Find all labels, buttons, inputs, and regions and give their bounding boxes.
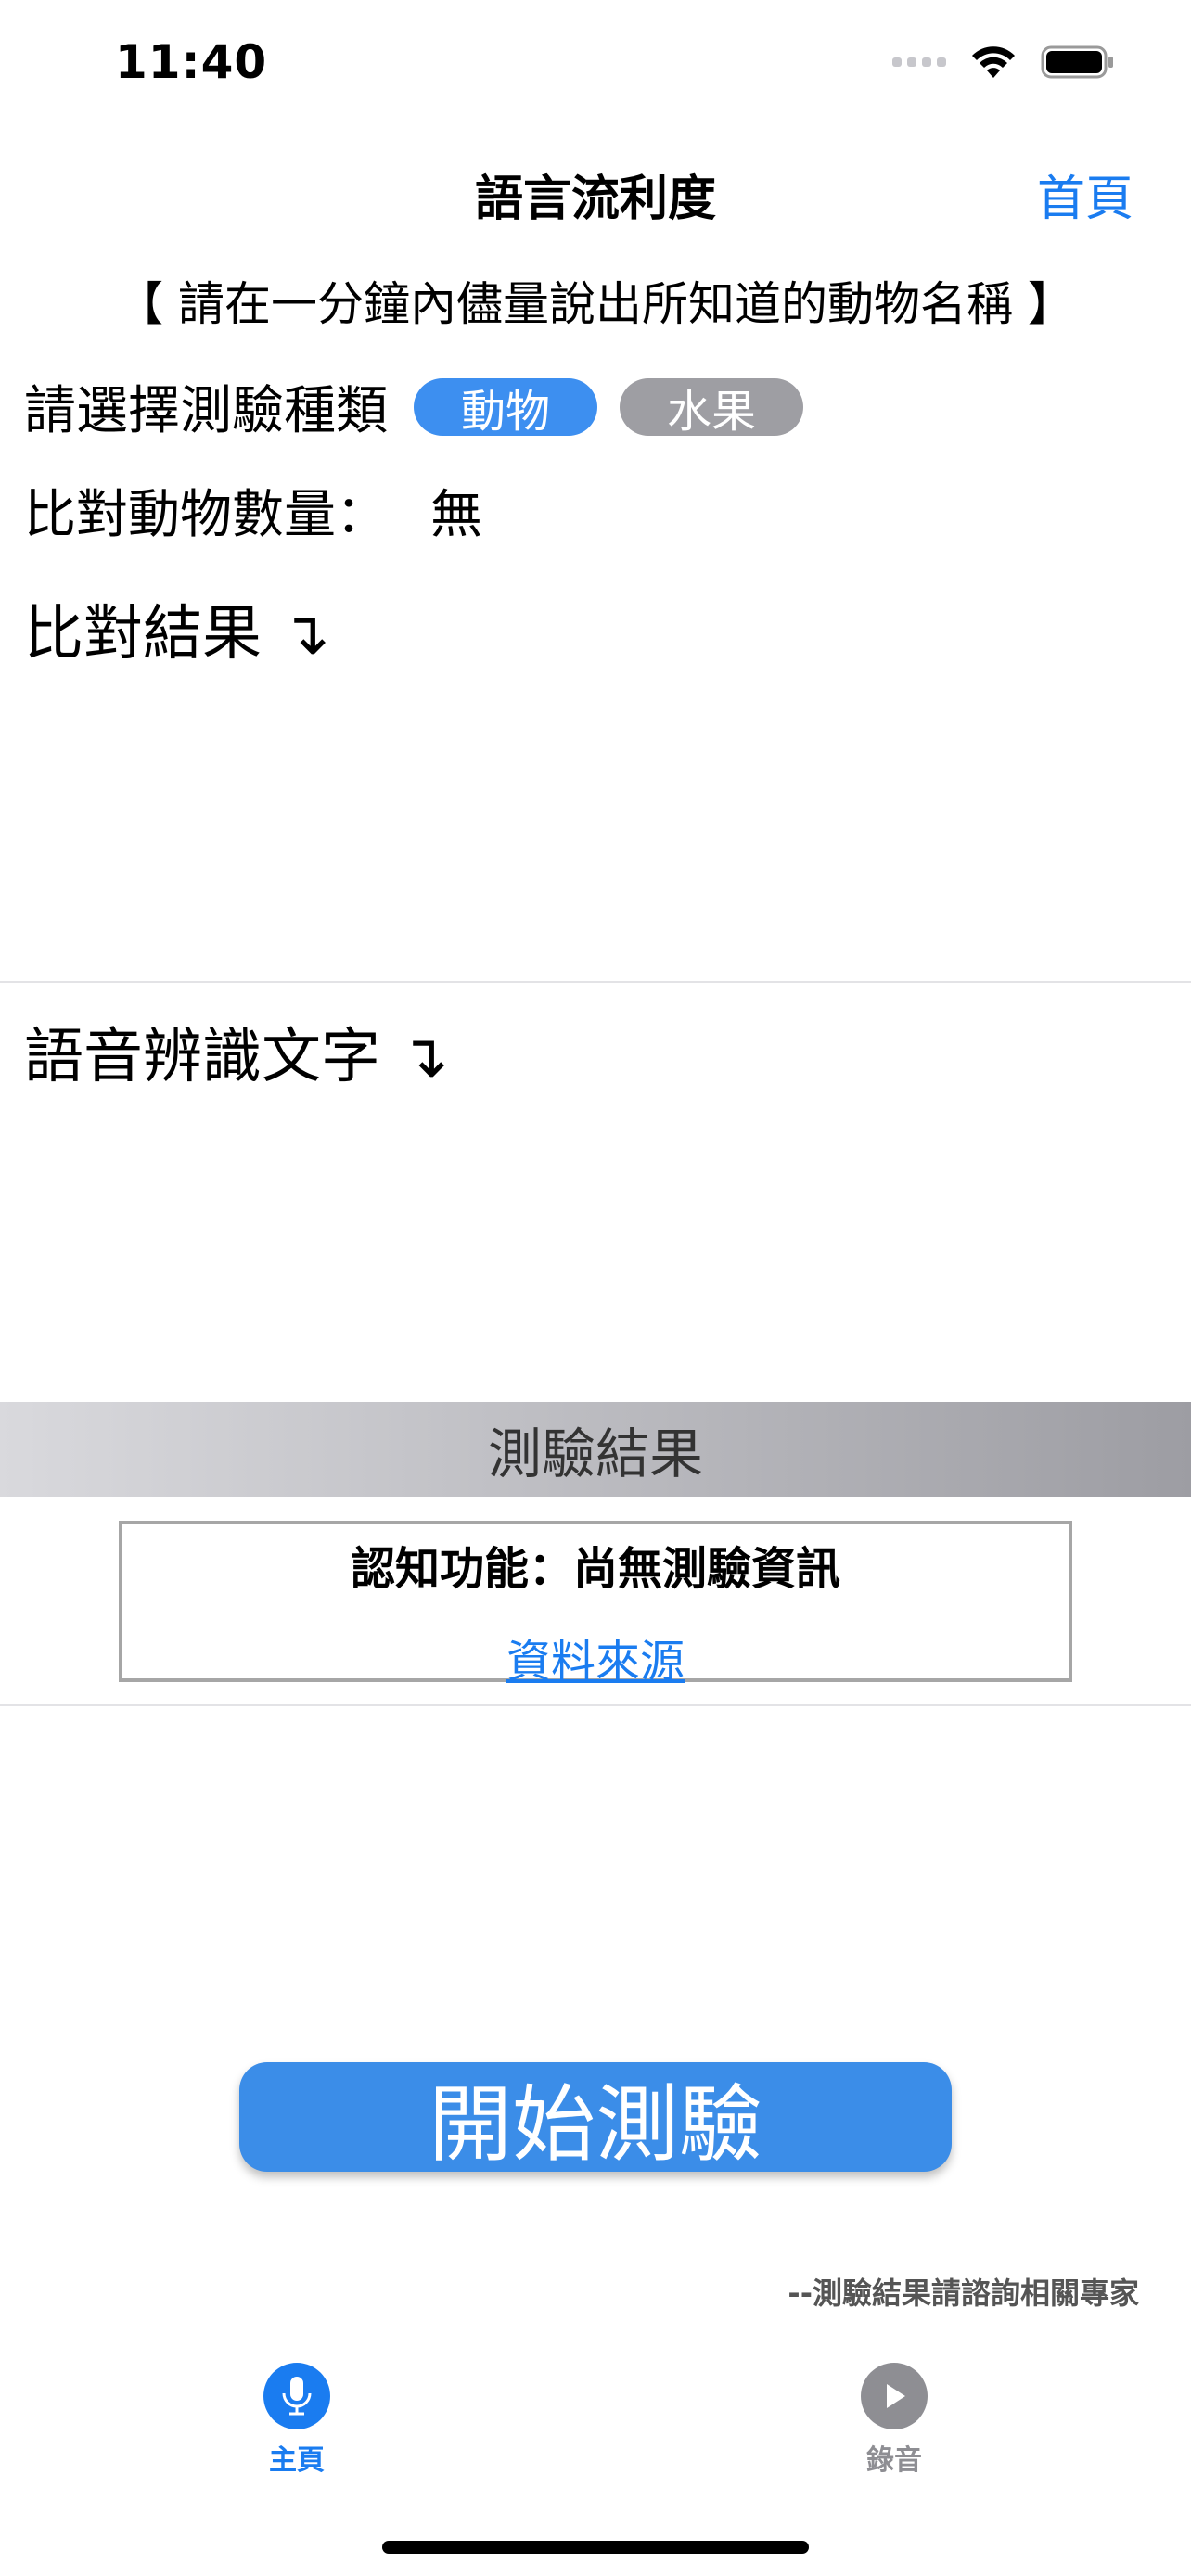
tab-home-label: 主頁	[269, 2444, 325, 2477]
tab-recording-label: 錄音	[866, 2444, 922, 2477]
test-type-animal-button[interactable]: 動物	[414, 377, 597, 438]
start-test-button[interactable]: 開始測驗	[239, 2062, 952, 2174]
test-type-selector: 請選擇測驗種類 動物 水果	[24, 369, 803, 444]
tab-home[interactable]: 主頁	[232, 2363, 362, 2478]
compare-count-value: 無	[430, 485, 482, 545]
cognitive-status-text: 認知功能：尚無測驗資訊	[350, 1543, 840, 1595]
divider	[0, 1704, 1191, 1706]
tab-recording[interactable]: 錄音	[829, 2363, 959, 2478]
result-box: 認知功能：尚無測驗資訊 資料來源	[119, 1521, 1072, 1688]
status-indicators	[892, 45, 1115, 80]
compare-count-label: 比對動物數量：	[24, 485, 388, 545]
play-icon	[861, 2363, 928, 2429]
compare-result-area	[0, 668, 1191, 983]
instruction-text: 【 請在一分鐘內儘量說出所知道的動物名稱 】	[117, 277, 1074, 331]
page-title: 語言流利度	[474, 172, 716, 227]
result-header-bar: 測驗結果	[0, 1402, 1191, 1497]
wifi-icon	[972, 46, 1015, 78]
home-indicator[interactable]	[382, 2541, 809, 2554]
compare-result-heading: 比對結果 ↴	[24, 600, 330, 669]
compare-count-row: 比對動物數量： 無	[24, 473, 482, 548]
disclaimer-text: --測驗結果請諮詢相關專家	[788, 2276, 1139, 2311]
test-type-label: 請選擇測驗種類	[24, 381, 388, 441]
divider	[0, 981, 1191, 983]
speech-text-heading: 語音辨識文字 ↴	[24, 1023, 449, 1091]
cellular-signal-icon	[892, 57, 946, 67]
speech-text-area	[0, 1090, 1191, 1396]
battery-icon	[1041, 45, 1113, 79]
home-button[interactable]: 首頁	[1037, 159, 1133, 229]
result-header-label: 測驗結果	[487, 1422, 703, 1486]
microphone-icon	[263, 2363, 330, 2429]
test-type-fruit-button[interactable]: 水果	[620, 377, 803, 438]
status-time: 11:40	[115, 35, 268, 89]
data-source-link[interactable]: 資料來源	[122, 1625, 1069, 1690]
